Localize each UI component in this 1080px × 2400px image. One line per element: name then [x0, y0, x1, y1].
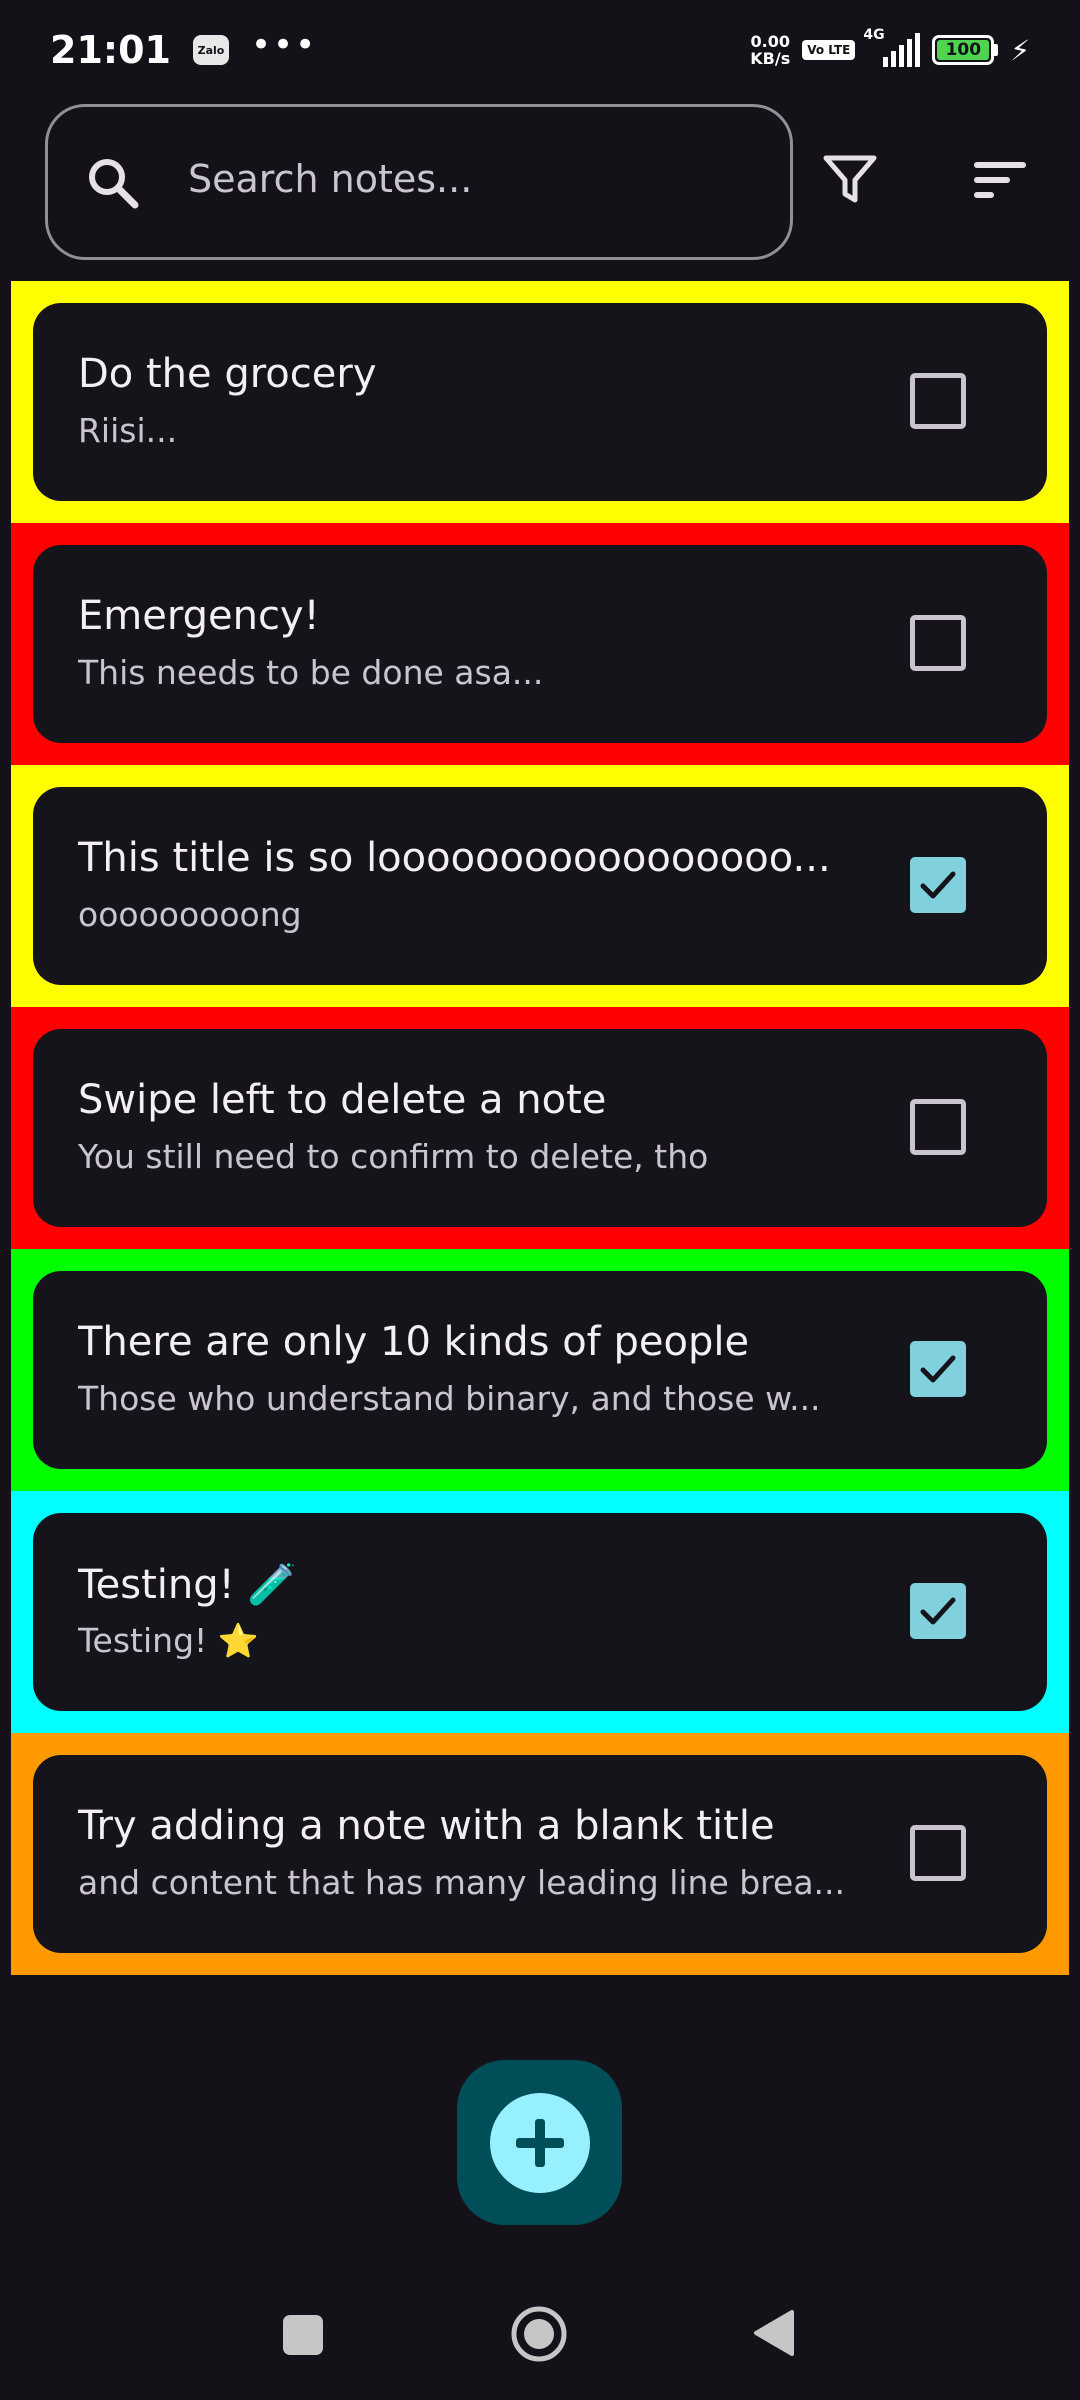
- search-bar[interactable]: [45, 104, 793, 260]
- note-content: and content that has many leading line b…: [78, 1863, 846, 1902]
- note-content: You still need to confirm to delete, tho: [78, 1137, 709, 1176]
- note-title: Emergency!: [78, 593, 320, 639]
- signal-icon: 4G: [863, 27, 921, 67]
- status-bar: 21:01 Zalo ••• 0.00 KB/s Vo LTE 4G 100 ⚡: [0, 0, 1080, 100]
- status-time: 21:01: [50, 28, 171, 72]
- note-checkbox[interactable]: [910, 1825, 966, 1881]
- note-card[interactable]: Do the grocery Riisi...: [33, 303, 1047, 501]
- filter-icon[interactable]: [820, 150, 880, 210]
- check-icon: [920, 1597, 956, 1625]
- note-card[interactable]: Try adding a note with a blank title and…: [33, 1755, 1047, 1953]
- recents-button[interactable]: [283, 2315, 323, 2355]
- search-input[interactable]: [188, 157, 748, 201]
- search-icon: [89, 159, 139, 209]
- network-speed-unit: KB/s: [750, 49, 791, 68]
- note-content: Those who understand binary, and those w…: [78, 1379, 821, 1418]
- system-nav-bar: [0, 2290, 1080, 2380]
- note-card[interactable]: This title is so looooooooooooooooo... o…: [33, 787, 1047, 985]
- charging-icon: ⚡: [1010, 33, 1030, 67]
- more-notifications-icon: •••: [250, 25, 318, 65]
- note-card[interactable]: Swipe left to delete a note You still ne…: [33, 1029, 1047, 1227]
- note-checkbox[interactable]: [910, 615, 966, 671]
- home-button[interactable]: [510, 2305, 568, 2363]
- status-right: 0.00 KB/s Vo LTE 4G 100 ⚡: [750, 27, 1030, 67]
- status-left: 21:01 Zalo •••: [50, 28, 317, 72]
- note-item[interactable]: Try adding a note with a blank title and…: [11, 1733, 1069, 1975]
- note-content: ooooooooong: [78, 895, 302, 934]
- check-icon: [920, 871, 956, 899]
- note-card[interactable]: Testing! 🧪 Testing! ⭐: [33, 1513, 1047, 1711]
- note-title: There are only 10 kinds of people: [78, 1319, 750, 1365]
- note-title: Do the grocery: [78, 351, 377, 397]
- note-checkbox[interactable]: [910, 1099, 966, 1155]
- note-title: Try adding a note with a blank title: [78, 1803, 775, 1849]
- note-content: Riisi...: [78, 411, 178, 450]
- note-item[interactable]: This title is so looooooooooooooooo... o…: [11, 765, 1069, 1007]
- note-card[interactable]: Emergency! This needs to be done asa...: [33, 545, 1047, 743]
- zalo-notification-icon: Zalo: [192, 35, 229, 65]
- check-icon: [920, 1355, 956, 1383]
- network-speed-value: 0.00: [750, 32, 790, 51]
- sort-icon[interactable]: [970, 150, 1034, 210]
- battery-level: 100: [937, 40, 990, 60]
- plus-icon: [515, 2118, 564, 2167]
- note-item[interactable]: There are only 10 kinds of people Those …: [11, 1249, 1069, 1491]
- top-bar: [0, 100, 1080, 262]
- note-item[interactable]: Testing! 🧪 Testing! ⭐: [11, 1491, 1069, 1733]
- note-title: This title is so looooooooooooooooo...: [78, 835, 831, 881]
- volte-icon: Vo LTE: [802, 40, 856, 60]
- note-item[interactable]: Swipe left to delete a note You still ne…: [11, 1007, 1069, 1249]
- note-checkbox[interactable]: [910, 1583, 966, 1639]
- network-type: 4G: [863, 27, 885, 43]
- fab-inner: [489, 2092, 590, 2193]
- battery-icon: 100: [932, 35, 999, 65]
- note-checkbox[interactable]: [910, 1341, 966, 1397]
- add-note-button[interactable]: [457, 2060, 622, 2225]
- note-content: Testing! ⭐: [78, 1621, 259, 1660]
- note-card[interactable]: There are only 10 kinds of people Those …: [33, 1271, 1047, 1469]
- note-checkbox[interactable]: [910, 373, 966, 429]
- note-item[interactable]: Emergency! This needs to be done asa...: [11, 523, 1069, 765]
- back-button[interactable]: [752, 2308, 796, 2358]
- network-speed: 0.00 KB/s: [750, 33, 790, 67]
- note-title: Swipe left to delete a note: [78, 1077, 607, 1123]
- note-content: This needs to be done asa...: [78, 653, 544, 692]
- note-item[interactable]: Do the grocery Riisi...: [11, 281, 1069, 523]
- note-title: Testing! 🧪: [78, 1562, 298, 1608]
- note-checkbox[interactable]: [910, 857, 966, 913]
- notes-list: Do the grocery Riisi... Emergency! This …: [11, 281, 1069, 1975]
